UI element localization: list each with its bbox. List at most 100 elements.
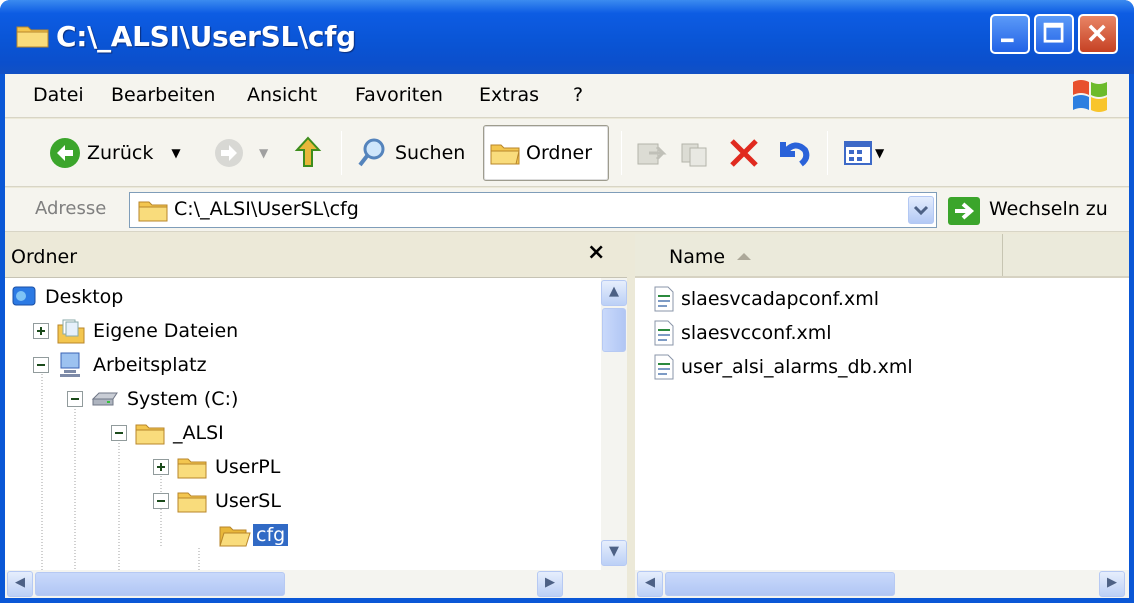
address-bar: Adresse C:\_ALSI\UserSL\cfg Wechseln zu [5, 188, 1129, 232]
scroll-right-button[interactable]: ▶ [537, 571, 563, 597]
folder-icon [138, 201, 168, 222]
folder-icon [490, 144, 520, 165]
tree-item-my-documents[interactable]: Eigene Dateien [33, 314, 238, 348]
folder-icon [135, 424, 165, 445]
expand-toggle[interactable] [33, 323, 49, 339]
files-horizontal-scrollbar[interactable]: ◀ ▶ [635, 570, 1129, 598]
folders-vertical-scrollbar[interactable]: ▲ ▼ [601, 278, 627, 570]
menu-datei[interactable]: Datei [33, 84, 84, 106]
address-dropdown-button[interactable] [908, 196, 934, 224]
collapse-toggle[interactable] [153, 493, 169, 509]
address-label: Adresse [35, 198, 107, 219]
desktop-icon [12, 286, 36, 306]
scroll-up-button[interactable]: ▲ [601, 280, 627, 306]
go-arrow-icon[interactable] [947, 196, 981, 226]
move-to-button[interactable] [635, 129, 667, 177]
tree-label: UserPL [215, 456, 281, 478]
maximize-icon [1043, 22, 1064, 43]
maximize-button[interactable] [1034, 14, 1074, 54]
minimize-icon [1001, 38, 1014, 43]
expand-toggle[interactable] [153, 459, 169, 475]
column-header-name[interactable]: Name [635, 234, 1003, 276]
file-item[interactable]: slaesvcconf.xml [653, 316, 832, 350]
xml-file-icon [654, 286, 674, 312]
folder-tree: Desktop Eigene Dateien Arbeitsplatz Syst… [5, 278, 609, 570]
sort-ascending-icon [737, 253, 751, 260]
file-item[interactable]: user_alsi_alarms_db.xml [653, 350, 913, 384]
pane-close-icon[interactable]: × [587, 240, 605, 265]
views-dropdown-icon[interactable]: ▼ [875, 146, 884, 160]
delete-icon [730, 139, 758, 167]
file-list-pane: Name slaesvcadapconf.xml slaesvcconf.xml [635, 234, 1129, 598]
tree-item-desktop[interactable]: Desktop [11, 280, 123, 314]
views-icon [844, 141, 872, 165]
menu-ansicht[interactable]: Ansicht [247, 84, 317, 106]
search-icon [358, 138, 385, 167]
copy-to-button[interactable] [679, 129, 711, 177]
menu-extras[interactable]: Extras [479, 84, 539, 106]
go-button-label[interactable]: Wechseln zu [989, 198, 1108, 220]
folders-horizontal-scrollbar[interactable]: ◀ ▶ [5, 570, 627, 598]
windows-logo-icon [1073, 80, 1107, 112]
back-arrow-icon [50, 138, 80, 168]
copy-to-icon [681, 143, 707, 167]
my-computer-icon [60, 352, 80, 377]
xml-file-icon [654, 320, 674, 346]
title-bar[interactable]: C:\_ALSI\UserSL\cfg [0, 0, 1134, 74]
forward-dropdown-icon[interactable]: ▼ [259, 146, 268, 160]
window-client: Datei Bearbeiten Ansicht Favoriten Extra… [5, 74, 1129, 598]
my-documents-icon [57, 319, 85, 344]
address-input[interactable]: C:\_ALSI\UserSL\cfg [129, 192, 937, 228]
views-button[interactable]: ▼ [843, 129, 884, 177]
scroll-right-button[interactable]: ▶ [1099, 571, 1125, 597]
delete-button[interactable] [727, 129, 761, 177]
tree-item-userpl[interactable]: UserPL [153, 450, 280, 484]
undo-button[interactable] [775, 129, 811, 177]
folders-pane: Ordner × Desktop Eigene Dateien Arbeitsp… [5, 234, 631, 598]
folders-button[interactable]: Ordner [483, 125, 609, 181]
scroll-left-button[interactable]: ◀ [637, 571, 663, 597]
tree-label-selected: cfg [253, 524, 289, 546]
back-dropdown-icon[interactable]: ▼ [171, 146, 180, 160]
address-value: C:\_ALSI\UserSL\cfg [174, 198, 359, 220]
drive-icon [91, 392, 118, 406]
tree-item-cfg[interactable]: cfg [219, 518, 289, 552]
tree-label: Eigene Dateien [93, 320, 239, 342]
collapse-toggle[interactable] [67, 391, 83, 407]
menu-bearbeiten[interactable]: Bearbeiten [111, 84, 215, 106]
undo-icon [780, 142, 810, 167]
scroll-left-button[interactable]: ◀ [7, 571, 33, 597]
tree-item-alsi[interactable]: _ALSI [111, 416, 224, 450]
forward-button[interactable]: ▼ [213, 129, 268, 177]
scroll-thumb[interactable] [602, 308, 626, 352]
close-button[interactable] [1078, 14, 1118, 54]
scroll-thumb[interactable] [35, 572, 285, 596]
file-name: slaesvcadapconf.xml [681, 288, 879, 310]
move-to-icon [637, 143, 667, 165]
search-button[interactable]: Suchen [357, 129, 465, 177]
folder-open-icon [219, 526, 251, 547]
up-button[interactable] [293, 129, 323, 177]
tree-label: _ALSI [173, 422, 224, 444]
file-list-header: Name [635, 234, 1129, 278]
folder-window-icon [16, 26, 49, 48]
file-name: slaesvcconf.xml [681, 322, 832, 344]
close-icon [1088, 24, 1106, 42]
tree-item-usersl[interactable]: UserSL [153, 484, 281, 518]
scroll-down-button[interactable]: ▼ [601, 540, 627, 566]
collapse-toggle[interactable] [33, 357, 49, 373]
tree-item-my-computer[interactable]: Arbeitsplatz [33, 348, 207, 382]
column-name-label: Name [669, 246, 726, 268]
folder-up-icon [294, 136, 322, 167]
menu-bar: Datei Bearbeiten Ansicht Favoriten Extra… [5, 74, 1129, 118]
folders-label: Ordner [526, 142, 593, 164]
file-item[interactable]: slaesvcadapconf.xml [653, 282, 879, 316]
standard-toolbar: Zurück ▼ ▼ Suchen Ordner ▼ [5, 119, 1129, 187]
collapse-toggle[interactable] [111, 425, 127, 441]
menu-favoriten[interactable]: Favoriten [355, 84, 443, 106]
back-button[interactable]: Zurück ▼ [49, 129, 181, 177]
minimize-button[interactable] [990, 14, 1030, 54]
tree-item-system-c[interactable]: System (C:) [67, 382, 238, 416]
menu-help[interactable]: ? [573, 84, 583, 106]
scroll-thumb[interactable] [665, 572, 895, 596]
